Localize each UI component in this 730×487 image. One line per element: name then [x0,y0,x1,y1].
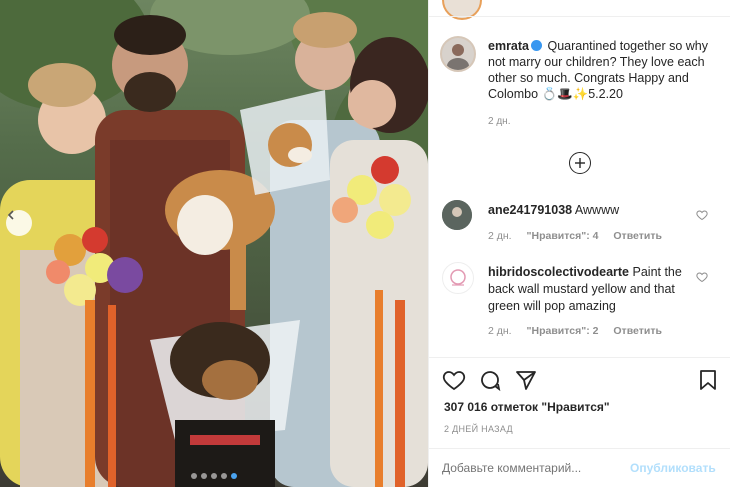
commenter-username[interactable]: hibridoscolectivodearte [488,265,629,279]
heart-icon[interactable] [696,209,708,221]
comment-likes[interactable]: "Нравится": 4 [527,230,599,242]
add-comment-input[interactable] [442,461,622,475]
post-date[interactable]: 2 ДНЕЙ НАЗАД [444,424,513,434]
carousel-dot[interactable] [201,473,207,479]
bookmark-icon[interactable] [696,368,720,392]
carousel-dot[interactable] [191,473,197,479]
carousel-dot-active[interactable] [231,473,237,479]
caption-time[interactable]: 2 дн. [488,116,510,127]
comment-time[interactable]: 2 дн. [488,230,512,242]
like-heart-icon[interactable] [442,368,466,392]
comment-meta: 2 дн. "Нравится": 4 Ответить [488,230,674,242]
commenter-avatar-image [444,264,472,292]
verified-badge-icon [531,40,542,51]
chevron-left-icon [7,210,14,220]
comment-text: Awwww [574,203,620,217]
share-send-icon[interactable] [514,368,538,392]
comment-likes[interactable]: "Нравится": 2 [527,325,599,337]
caption-body: emrata Quarantined together so why not m… [488,38,722,102]
comment-meta: 2 дн. "Нравится": 2 Ответить [488,325,674,337]
carousel-dot[interactable] [211,473,217,479]
comment-item: ane241791038 Awwww 2 дн. "Нравится": 4 О… [440,200,722,250]
load-more-comments-button[interactable] [569,152,591,174]
reply-button[interactable]: Ответить [613,325,662,337]
header-divider [428,16,730,17]
comment-body: hibridoscolectivodearte Paint the back w… [488,264,698,315]
comment-box-divider [428,448,730,449]
post-actions-bar [442,368,720,394]
author-username[interactable]: emrata [488,39,529,53]
wedding-photo-illustration [0,0,428,487]
commenter-avatar-image [442,200,472,230]
publish-button[interactable]: Опубликовать [630,461,716,475]
author-avatar-image [442,38,474,70]
carousel-dot[interactable] [221,473,227,479]
commenter-username[interactable]: ane241791038 [488,203,572,217]
commenter-avatar[interactable] [442,262,474,294]
carousel-prev-button[interactable] [6,210,32,236]
comment-body: ane241791038 Awwww [488,202,698,219]
heart-icon[interactable] [696,271,708,283]
author-avatar[interactable] [440,36,476,72]
comment-item: hibridoscolectivodearte Paint the back w… [440,262,722,342]
commenter-avatar[interactable] [442,200,472,230]
comment-time[interactable]: 2 дн. [488,325,512,337]
carousel-dots [0,473,428,479]
actions-divider [428,357,730,358]
reply-button[interactable]: Ответить [613,230,662,242]
plus-icon [575,158,585,168]
likes-count[interactable]: 307 016 отметок "Нравится" [444,400,610,414]
comment-bubble-icon[interactable] [478,368,502,392]
post-photo[interactable] [0,0,428,487]
